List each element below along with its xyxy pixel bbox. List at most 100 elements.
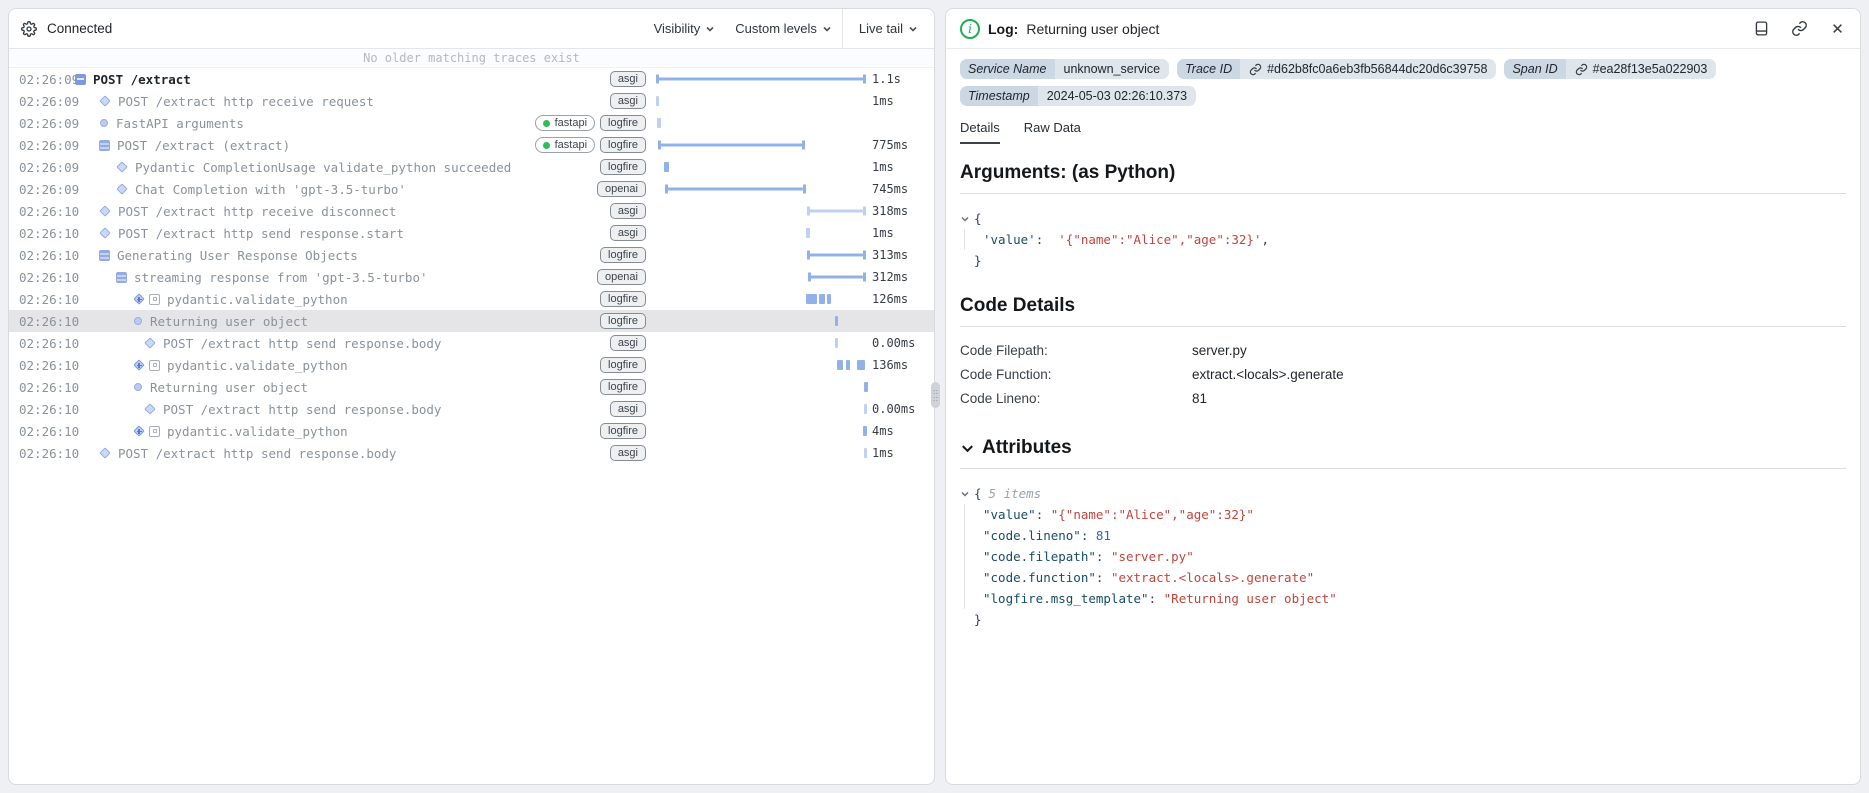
- trace-row[interactable]: 02:26:10POST /extract http send response…: [9, 398, 934, 420]
- span-kind-icons: [99, 229, 111, 237]
- attributes-heading[interactable]: Attributes: [960, 437, 1846, 459]
- expand-span-icon[interactable]: [133, 425, 145, 437]
- custom-levels-dropdown[interactable]: Custom levels: [725, 9, 842, 48]
- trace-row-timestamp: 02:26:09: [9, 160, 67, 175]
- duration-bar-segment: [806, 294, 817, 304]
- tab-raw-data[interactable]: Raw Data: [1024, 120, 1081, 144]
- trace-row-duration: 0.00ms: [872, 336, 928, 350]
- expand-span-icon[interactable]: [133, 359, 145, 371]
- span-kind-icons: [144, 405, 156, 413]
- span-diamond-icon: [99, 95, 110, 106]
- tag-asgi[interactable]: asgi: [610, 71, 646, 87]
- trace-row[interactable]: 02:26:10POST /extract http receive disco…: [9, 200, 934, 222]
- panel-resize-handle[interactable]: ::::: [931, 382, 940, 408]
- settings-gear-icon[interactable]: [21, 21, 37, 37]
- trace-row[interactable]: 02:26:10Returning user objectlogfire: [9, 310, 934, 332]
- pydantic-icon: [149, 294, 160, 305]
- trace-row[interactable]: 02:26:10POST /extract http send response…: [9, 222, 934, 244]
- duration-bar-segment: [657, 118, 660, 128]
- trace-row-timestamp: 02:26:10: [9, 402, 67, 417]
- duration-bar-track: [656, 178, 866, 200]
- span-kind-icons: [99, 119, 109, 127]
- trace-row[interactable]: 02:26:10streaming response from 'gpt-3.5…: [9, 266, 934, 288]
- tag-label: asgi: [618, 337, 638, 349]
- tag-logfire[interactable]: logfire: [600, 291, 646, 307]
- link-small-icon: [1575, 63, 1588, 76]
- trace-row[interactable]: 02:26:10POST /extract http send response…: [9, 442, 934, 464]
- code-detail-value: server.py: [1192, 339, 1247, 363]
- trace-row[interactable]: 02:26:10pydantic.validate_pythonlogfire1…: [9, 354, 934, 376]
- badge-value-text: #ea28f13e5a022903: [1593, 62, 1708, 76]
- tag-asgi[interactable]: asgi: [610, 203, 646, 219]
- trace-row-tags: asgi: [610, 335, 646, 351]
- visibility-dropdown[interactable]: Visibility: [644, 9, 726, 48]
- tag-asgi[interactable]: asgi: [610, 445, 646, 461]
- duration-bar-segment: [808, 273, 866, 282]
- trace-row[interactable]: 02:26:09FastAPI argumentsfastapilogfire: [9, 112, 934, 134]
- tag-asgi[interactable]: asgi: [610, 335, 646, 351]
- no-older-traces-notice: No older matching traces exist: [9, 49, 934, 68]
- badge-trace-id[interactable]: Trace ID#d62b8fc0a6eb3fb56844dc20d6c3975…: [1177, 59, 1496, 79]
- trace-row-duration: 1ms: [872, 226, 928, 240]
- tag-logfire[interactable]: logfire: [600, 137, 646, 153]
- trace-row[interactable]: 02:26:10pydantic.validate_pythonlogfire4…: [9, 420, 934, 442]
- trace-row-timestamp: 02:26:10: [9, 292, 67, 307]
- log-dot-icon: [134, 383, 142, 391]
- tag-logfire[interactable]: logfire: [600, 423, 646, 439]
- badge-span-id[interactable]: Span ID#ea28f13e5a022903: [1504, 59, 1716, 79]
- tag-asgi[interactable]: asgi: [610, 93, 646, 109]
- tag-logfire[interactable]: logfire: [600, 379, 646, 395]
- trace-row-duration: 126ms: [872, 292, 928, 306]
- tag-logfire[interactable]: logfire: [600, 357, 646, 373]
- tag-label: logfire: [608, 359, 638, 371]
- detail-header: i Log: Returning user object ✕: [946, 9, 1860, 49]
- span-kind-icons: [133, 293, 160, 305]
- collapse-toggle-icon[interactable]: [960, 489, 974, 499]
- tag-fastapi[interactable]: fastapi: [535, 137, 595, 153]
- badge-label: Service Name: [960, 59, 1055, 79]
- tag-logfire[interactable]: logfire: [600, 115, 646, 131]
- tag-fastapi[interactable]: fastapi: [535, 115, 595, 131]
- close-icon[interactable]: ✕: [1829, 20, 1846, 37]
- trace-row[interactable]: 02:26:09POST /extractasgi1.1s: [9, 68, 934, 90]
- expand-span-icon[interactable]: [133, 293, 145, 305]
- tag-logfire[interactable]: logfire: [600, 159, 646, 175]
- tag-openai[interactable]: openai: [597, 181, 646, 197]
- tag-logfire[interactable]: logfire: [600, 313, 646, 329]
- trace-row[interactable]: 02:26:09Pydantic CompletionUsage validat…: [9, 156, 934, 178]
- collapse-toggle-icon[interactable]: [960, 214, 974, 224]
- app: Connected Visibility Custom levels Live …: [0, 0, 1869, 793]
- duration-bar-segment: [806, 228, 809, 238]
- trace-row[interactable]: 02:26:10POST /extract http send response…: [9, 332, 934, 354]
- collapse-span-icon[interactable]: [75, 74, 86, 85]
- tag-label: logfire: [608, 381, 638, 393]
- trace-row-label: POST /extract http receive disconnect: [118, 204, 396, 219]
- duration-bar-segment: [846, 360, 850, 370]
- trace-row-timestamp: 02:26:10: [9, 226, 67, 241]
- tab-details[interactable]: Details: [960, 120, 1000, 144]
- tag-asgi[interactable]: asgi: [610, 225, 646, 241]
- duration-bar-track: [656, 376, 866, 398]
- meta-badges: Service Name unknown_service Trace ID#d62b…: [946, 49, 1860, 110]
- connection-status: Connected: [47, 21, 112, 36]
- items-count: 5 items: [989, 486, 1042, 501]
- trace-row-tags: asgi: [610, 71, 646, 87]
- arguments-code-block: {'value': '{"name":"Alice","age":32}',}: [960, 204, 1846, 281]
- badge-value-text: unknown_service: [1064, 62, 1161, 76]
- tag-logfire[interactable]: logfire: [600, 247, 646, 263]
- trace-row[interactable]: 02:26:09POST /extract http receive reque…: [9, 90, 934, 112]
- tag-asgi[interactable]: asgi: [610, 401, 646, 417]
- duration-bar-segment: [827, 294, 831, 304]
- link-small-icon: [1249, 63, 1262, 76]
- trace-row[interactable]: 02:26:09Chat Completion with 'gpt-3.5-tu…: [9, 178, 934, 200]
- dock-panel-icon[interactable]: [1753, 20, 1770, 37]
- trace-row[interactable]: 02:26:10 pydantic.validate_python logfire 1…: [9, 288, 934, 310]
- trace-row[interactable]: 02:26:10Returning user objectlogfire: [9, 376, 934, 398]
- trace-row[interactable]: 02:26:10Generating User Response Objects…: [9, 244, 934, 266]
- copy-link-icon[interactable]: [1791, 20, 1808, 37]
- trace-row[interactable]: 02:26:09POST /extract (extract)fastapilo…: [9, 134, 934, 156]
- trace-row-label: pydantic.validate_python: [167, 292, 348, 307]
- tag-openai[interactable]: openai: [597, 269, 646, 285]
- live-tail-dropdown[interactable]: Live tail: [843, 9, 934, 48]
- trace-row-label: Chat Completion with 'gpt-3.5-turbo': [135, 182, 406, 197]
